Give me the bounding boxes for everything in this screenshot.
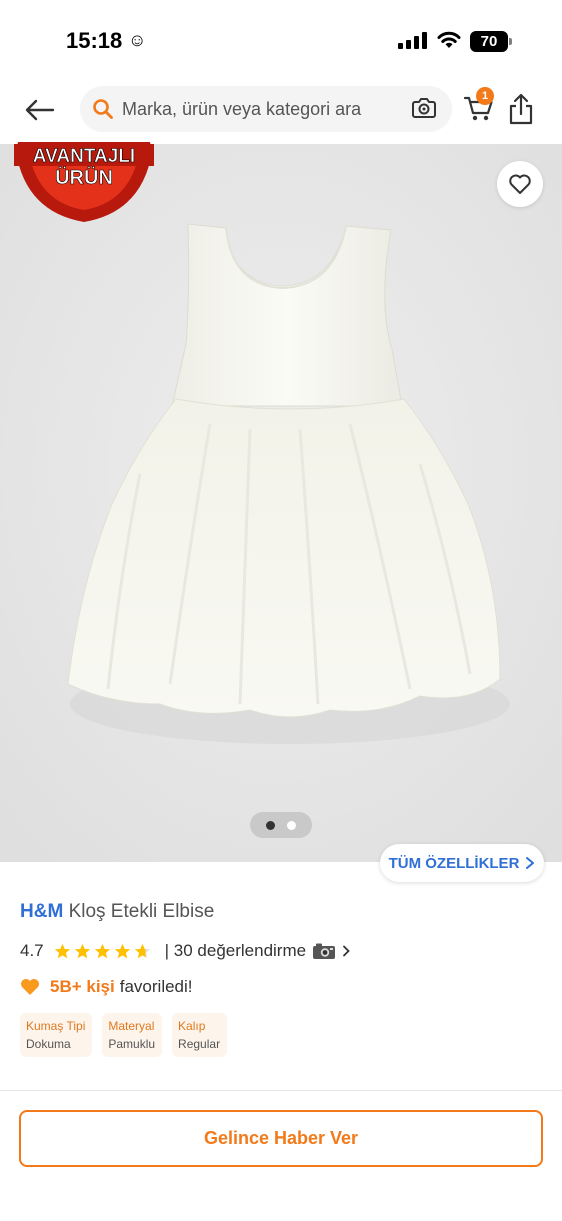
attribute-label: Kumaş Tipi [26, 1019, 86, 1033]
heart-emoji-icon [21, 979, 39, 995]
battery-indicator: 70 [470, 31, 508, 52]
attribute-chip: Materyal Pamuklu [102, 1013, 163, 1057]
star-icon [94, 943, 110, 958]
share-icon [509, 93, 533, 125]
favorite-suffix: favoriledi! [119, 977, 193, 996]
share-button[interactable] [506, 92, 536, 128]
product-image-carousel[interactable] [0, 144, 562, 862]
search-placeholder: Marka, ürün veya kategori ara [122, 99, 362, 119]
attribute-chip: Kalıp Regular [172, 1013, 228, 1057]
smiley-icon: ☺ [128, 30, 147, 50]
wifi-icon [437, 31, 461, 48]
battery-cap [509, 38, 512, 45]
attribute-label: Kalıp [178, 1019, 206, 1033]
chevron-right-icon [526, 857, 535, 869]
rating-value: 4.7 [20, 941, 44, 960]
status-bar: 15:18 ☺ 70 [0, 0, 562, 80]
advantage-badge-line2: ÜRÜN [55, 166, 113, 189]
advantage-badge: AVANTAJLI ÜRÜN [14, 142, 154, 222]
product-brand-link[interactable]: H&M [20, 901, 63, 922]
section-divider [0, 1090, 562, 1091]
product-photo [0, 144, 562, 862]
advantage-badge-line1: AVANTAJLI [33, 146, 135, 167]
camera-emoji-icon [313, 943, 336, 959]
attribute-label: Materyal [108, 1019, 155, 1033]
all-features-label: TÜM ÖZELLİKLER [388, 854, 520, 872]
favorite-info-row: 5B+ kişi favoriledi! [20, 976, 193, 998]
cart-count-badge: 1 [476, 87, 494, 105]
search-icon [93, 99, 113, 119]
attribute-chip: Kumaş Tipi Dokuma [20, 1013, 93, 1057]
attribute-chips: Kumaş Tipi Dokuma Materyal Pamuklu Kalıp… [20, 1013, 228, 1057]
attribute-value: Pamuklu [108, 1037, 156, 1051]
favorite-count: 5B+ kişi [50, 977, 115, 996]
pager-dot[interactable] [287, 820, 296, 830]
star-icon [74, 943, 90, 958]
rating-row[interactable]: 4.7 | 30 değerlendirme [20, 940, 350, 962]
attribute-value: Regular [178, 1037, 221, 1051]
pager-dot-active[interactable] [266, 820, 275, 830]
star-icon [54, 943, 70, 958]
attribute-value: Dokuma [26, 1037, 71, 1051]
status-time: 15:18 [66, 28, 123, 53]
cellular-signal-icon [398, 32, 427, 49]
review-count-link[interactable]: | 30 değerlendirme [165, 941, 306, 961]
notify-when-available-button[interactable]: Gelince Haber Ver [19, 1110, 543, 1167]
back-arrow-icon [25, 99, 55, 121]
rating-stars [54, 943, 151, 960]
back-button[interactable] [20, 90, 60, 130]
chevron-right-icon [343, 945, 350, 957]
star-icon [114, 943, 130, 958]
image-pager[interactable] [250, 812, 312, 838]
camera-icon[interactable] [411, 96, 437, 120]
star-half-icon [134, 943, 150, 958]
search-input[interactable]: Marka, ürün veya kategori ara [80, 86, 452, 132]
product-name: Kloş Etekli Elbise [68, 901, 215, 922]
all-features-button[interactable]: TÜM ÖZELLİKLER [380, 844, 544, 882]
heart-icon [509, 174, 531, 194]
product-title: H&M Kloş Etekli Elbise [20, 901, 214, 923]
favorite-button[interactable] [497, 161, 543, 207]
